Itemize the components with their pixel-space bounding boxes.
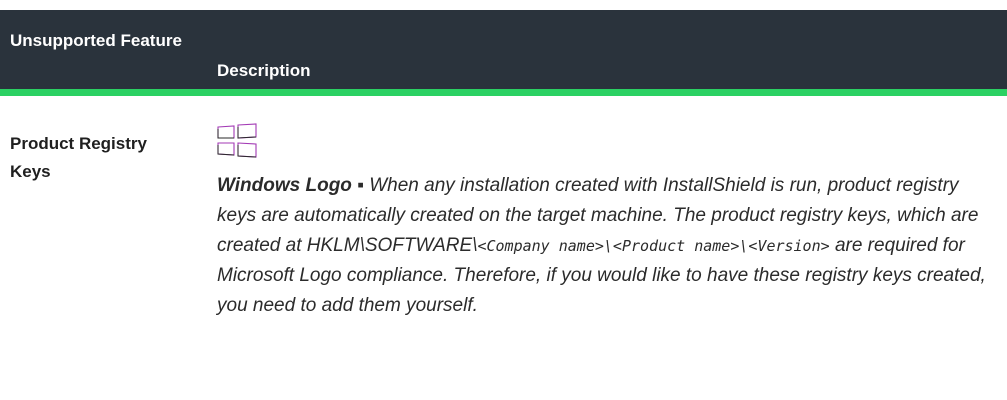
registry-path-placeholders: <Company name>\<Product name>\<Version> xyxy=(477,237,830,255)
feature-description: Windows Logo ▪ When any installation cre… xyxy=(217,171,987,321)
column-header-description: Description xyxy=(217,61,311,80)
header-accent-bar xyxy=(0,89,1007,96)
description-lead: Windows Logo xyxy=(217,175,352,196)
column-header-unsupported-feature: Unsupported Feature xyxy=(10,31,182,50)
feature-name: Product Registry Keys xyxy=(10,134,147,181)
registry-path-prefix: HKLM\SOFTWARE\ xyxy=(306,235,478,256)
table-header: Unsupported Feature Description xyxy=(0,10,1007,96)
windows-logo-icon xyxy=(217,123,257,158)
bullet-separator: ▪ xyxy=(357,175,364,196)
